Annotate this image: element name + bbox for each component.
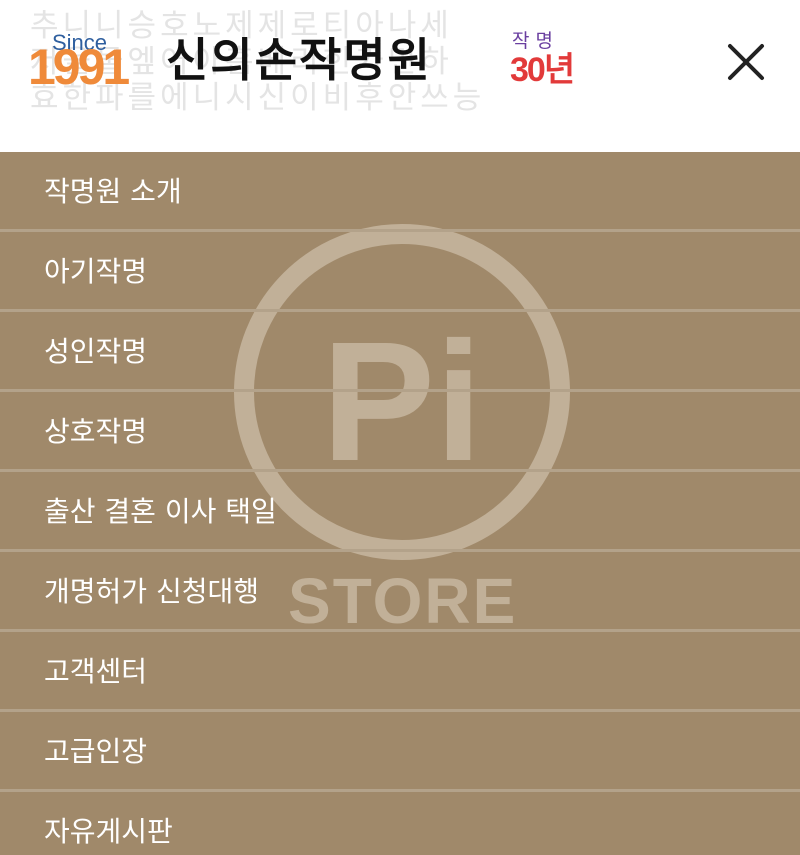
menu-item-about[interactable]: 작명원 소개 <box>0 152 800 232</box>
founding-year: 1991 <box>28 39 130 95</box>
menu-item-label: 상호작명 <box>44 414 148 448</box>
menu-item-label: 아기작명 <box>44 254 148 288</box>
menu-item-label: 출산 결혼 이사 택일 <box>44 494 277 528</box>
badge-bottom-label: 30년 <box>510 51 575 89</box>
menu-item-label: 작명원 소개 <box>44 174 182 208</box>
main-menu: Pi STORE 작명원 소개 아기작명 성인작명 상호작명 출산 결혼 이사 … <box>0 152 800 855</box>
menu-item-customer-center[interactable]: 고객센터 <box>0 632 800 712</box>
header: 추니니승호노제제로티아나세 저을물엪어아흡베리힌가민하 효한파를에니시신이비후안… <box>0 0 800 152</box>
close-icon <box>728 44 764 80</box>
site-logo[interactable]: Since 1991 신의손작명원 작명 30년 <box>28 28 588 98</box>
menu-item-label: 개명허가 신청대행 <box>44 574 259 608</box>
menu-item-business-naming[interactable]: 상호작명 <box>0 392 800 472</box>
menu-item-label: 성인작명 <box>44 334 148 368</box>
menu-item-name-change-service[interactable]: 개명허가 신청대행 <box>0 552 800 632</box>
menu-item-baby-naming[interactable]: 아기작명 <box>0 232 800 312</box>
menu-item-free-board[interactable]: 자유게시판 <box>0 792 800 855</box>
anniversary-badge: 작명 30년 <box>508 26 582 96</box>
menu-item-label: 자유게시판 <box>44 814 173 848</box>
menu-item-date-selection[interactable]: 출산 결혼 이사 택일 <box>0 472 800 552</box>
menu-list: 작명원 소개 아기작명 성인작명 상호작명 출산 결혼 이사 택일 개명허가 신… <box>0 152 800 855</box>
brand-name: 신의손작명원 <box>166 33 432 87</box>
menu-item-label: 고객센터 <box>44 654 148 688</box>
close-menu-button[interactable] <box>718 34 774 90</box>
menu-item-adult-naming[interactable]: 성인작명 <box>0 312 800 392</box>
menu-item-label: 고급인장 <box>44 734 148 768</box>
since-1991-mark: Since 1991 <box>28 28 154 98</box>
menu-item-premium-seal[interactable]: 고급인장 <box>0 712 800 792</box>
badge-top-label: 작명 <box>512 30 559 52</box>
